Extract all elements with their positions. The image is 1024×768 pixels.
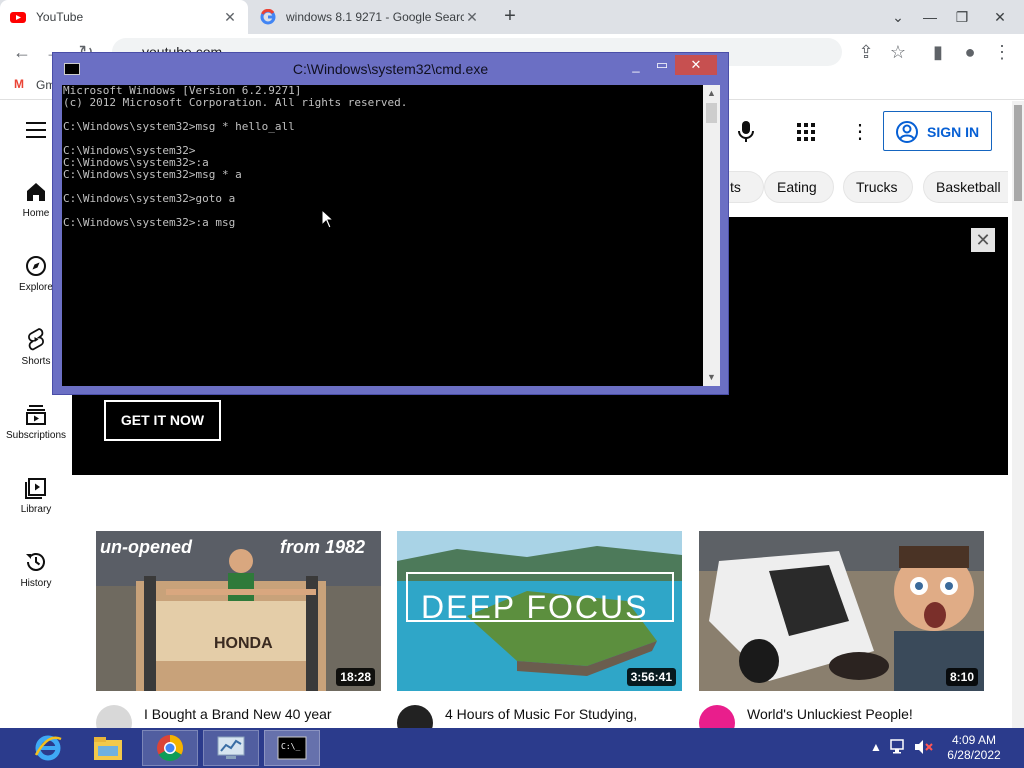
sidebar-item-label: Home <box>22 208 50 219</box>
share-icon[interactable]: ⇪ <box>854 40 878 64</box>
thumbnail-text-right: from 1982 <box>280 537 366 557</box>
thumbnail-text: DEEP FOCUS <box>421 589 649 625</box>
menu-dots-icon[interactable]: ⋮ <box>990 40 1014 64</box>
video-title[interactable]: 4 Hours of Music For Studying, <box>445 704 685 724</box>
side-panel-icon[interactable]: ▮ <box>926 40 950 64</box>
video-thumbnail-3[interactable]: 8:10 <box>699 531 984 691</box>
tab-title: YouTube <box>36 10 84 24</box>
screen: { "browser": { "tabs": [ {"title": "YouT… <box>0 0 1024 768</box>
tab-strip: YouTube ✕ windows 8.1 9271 - Google Sear… <box>0 0 1024 34</box>
minimize-icon[interactable]: — <box>914 0 946 34</box>
video-thumbnail-2[interactable]: DEEP FOCUS 3:56:41 <box>397 531 682 691</box>
console-line: (c) 2012 Microsoft Corporation. All righ… <box>63 96 408 109</box>
windows-taskbar: C:\_ ▲ 4:09 AM 6/28/2022 <box>0 728 1024 768</box>
chip-basketball[interactable]: Basketball <box>923 171 1008 203</box>
scroll-down-icon[interactable]: ▼ <box>703 369 720 386</box>
console-line: C:\Windows\system32>:a msg <box>63 216 236 229</box>
video-thumbnail-1[interactable]: un-opened from 1982 HONDA 18:28 <box>96 531 381 691</box>
internet-explorer-icon[interactable] <box>20 730 76 766</box>
volume-muted-icon[interactable] <box>913 739 933 755</box>
console-line: C:\Windows\system32>msg * hello_all <box>63 120 295 133</box>
sign-in-label: SIGN IN <box>927 124 980 140</box>
sidebar-item-label: History <box>20 578 52 589</box>
thumbnail-text-left: un-opened <box>100 537 192 557</box>
restore-icon[interactable]: ❐ <box>946 0 978 34</box>
video-duration: 18:28 <box>336 668 375 686</box>
tab-google-search[interactable]: windows 8.1 9271 - Google Search ✕ <box>250 0 490 34</box>
close-window-icon[interactable]: ✕ <box>984 0 1016 34</box>
clock-time: 4:09 AM <box>951 733 997 747</box>
cmd-maximize-icon[interactable]: ▭ <box>649 55 675 75</box>
scroll-up-icon[interactable]: ▲ <box>703 85 720 102</box>
thumbnail-box-label: HONDA <box>214 635 273 652</box>
profile-icon[interactable]: ● <box>958 40 982 64</box>
console-line: C:\Windows\system32>msg * a <box>63 168 242 181</box>
system-clock[interactable]: 4:09 AM 6/28/2022 <box>934 733 1014 763</box>
tab-youtube[interactable]: YouTube ✕ <box>0 0 248 34</box>
star-icon[interactable]: ☆ <box>886 40 910 64</box>
sidebar-item-history[interactable]: History <box>0 550 72 610</box>
page-scrollbar[interactable] <box>1012 101 1024 728</box>
microphone-icon[interactable] <box>736 121 756 143</box>
clock-date: 6/28/2022 <box>947 748 1001 762</box>
settings-dots-icon[interactable]: ⋮ <box>850 119 870 144</box>
get-it-now-button[interactable]: GET IT NOW <box>104 400 221 441</box>
control-panel-icon[interactable] <box>203 730 259 766</box>
svg-text:C:\_: C:\_ <box>281 742 300 751</box>
chip-eating[interactable]: Eating <box>764 171 834 203</box>
video-duration: 8:10 <box>945 668 978 686</box>
network-icon[interactable] <box>890 739 908 755</box>
new-tab-button[interactable]: + <box>498 5 522 29</box>
hamburger-menu-icon[interactable] <box>26 122 46 138</box>
chrome-taskbar-icon[interactable] <box>142 730 198 766</box>
cmd-close-icon[interactable]: ✕ <box>675 55 717 75</box>
account-circle-icon <box>896 121 918 143</box>
library-icon <box>25 478 46 499</box>
apps-grid-icon[interactable] <box>797 123 815 141</box>
shorts-icon <box>28 328 44 351</box>
thumbnail-image <box>699 531 984 691</box>
cmd-window: C:\Windows\system32\cmd.exe _ ▭ ✕ Micros… <box>52 52 729 395</box>
sidebar-item-label: Subscriptions <box>5 430 67 441</box>
cmd-taskbar-icon[interactable]: C:\_ <box>264 730 320 766</box>
history-icon <box>26 553 45 571</box>
mouse-cursor-icon <box>321 209 335 229</box>
sidebar-item-label: Explore <box>19 282 53 293</box>
video-title[interactable]: I Bought a Brand New 40 year <box>144 704 384 724</box>
compass-icon <box>26 256 46 276</box>
console-line: C:\Windows\system32>goto a <box>63 192 236 205</box>
tab-search-icon[interactable]: ⌄ <box>882 0 914 34</box>
video-duration: 3:56:41 <box>626 668 676 686</box>
close-tab-icon[interactable]: ✕ <box>464 9 480 26</box>
cmd-scrollbar-thumb[interactable] <box>706 103 717 123</box>
sidebar-item-subscriptions[interactable]: Subscriptions <box>0 402 72 462</box>
chip-trucks[interactable]: Trucks <box>843 171 913 203</box>
cmd-title-bar[interactable]: C:\Windows\system32\cmd.exe _ ▭ ✕ <box>53 53 728 84</box>
back-arrow-icon[interactable]: ← <box>10 40 34 64</box>
gmail-icon[interactable]: M <box>14 77 24 91</box>
home-icon <box>27 183 45 201</box>
close-tab-icon[interactable]: ✕ <box>222 9 238 26</box>
sidebar-item-library[interactable]: Library <box>0 476 72 536</box>
show-hidden-icons[interactable]: ▲ <box>870 740 882 754</box>
cmd-console[interactable]: Microsoft Windows [Version 6.2.9271] (c)… <box>62 85 703 386</box>
tab-title: windows 8.1 9271 - Google Search <box>286 10 464 24</box>
video-title[interactable]: World's Unluckiest People! <box>747 704 987 724</box>
sidebar-item-label: Library <box>20 504 52 515</box>
cmd-minimize-icon[interactable]: _ <box>623 55 649 75</box>
scrollbar-thumb[interactable] <box>1014 105 1022 201</box>
file-explorer-icon[interactable] <box>80 730 136 766</box>
subscriptions-icon <box>26 405 46 425</box>
sign-in-button[interactable]: SIGN IN <box>883 111 992 151</box>
youtube-favicon-icon <box>10 12 26 23</box>
google-favicon-icon <box>260 9 276 25</box>
close-banner-icon[interactable]: ✕ <box>971 228 995 252</box>
sidebar-item-label: Shorts <box>21 356 51 367</box>
cmd-scrollbar[interactable]: ▲ ▼ <box>703 85 720 386</box>
